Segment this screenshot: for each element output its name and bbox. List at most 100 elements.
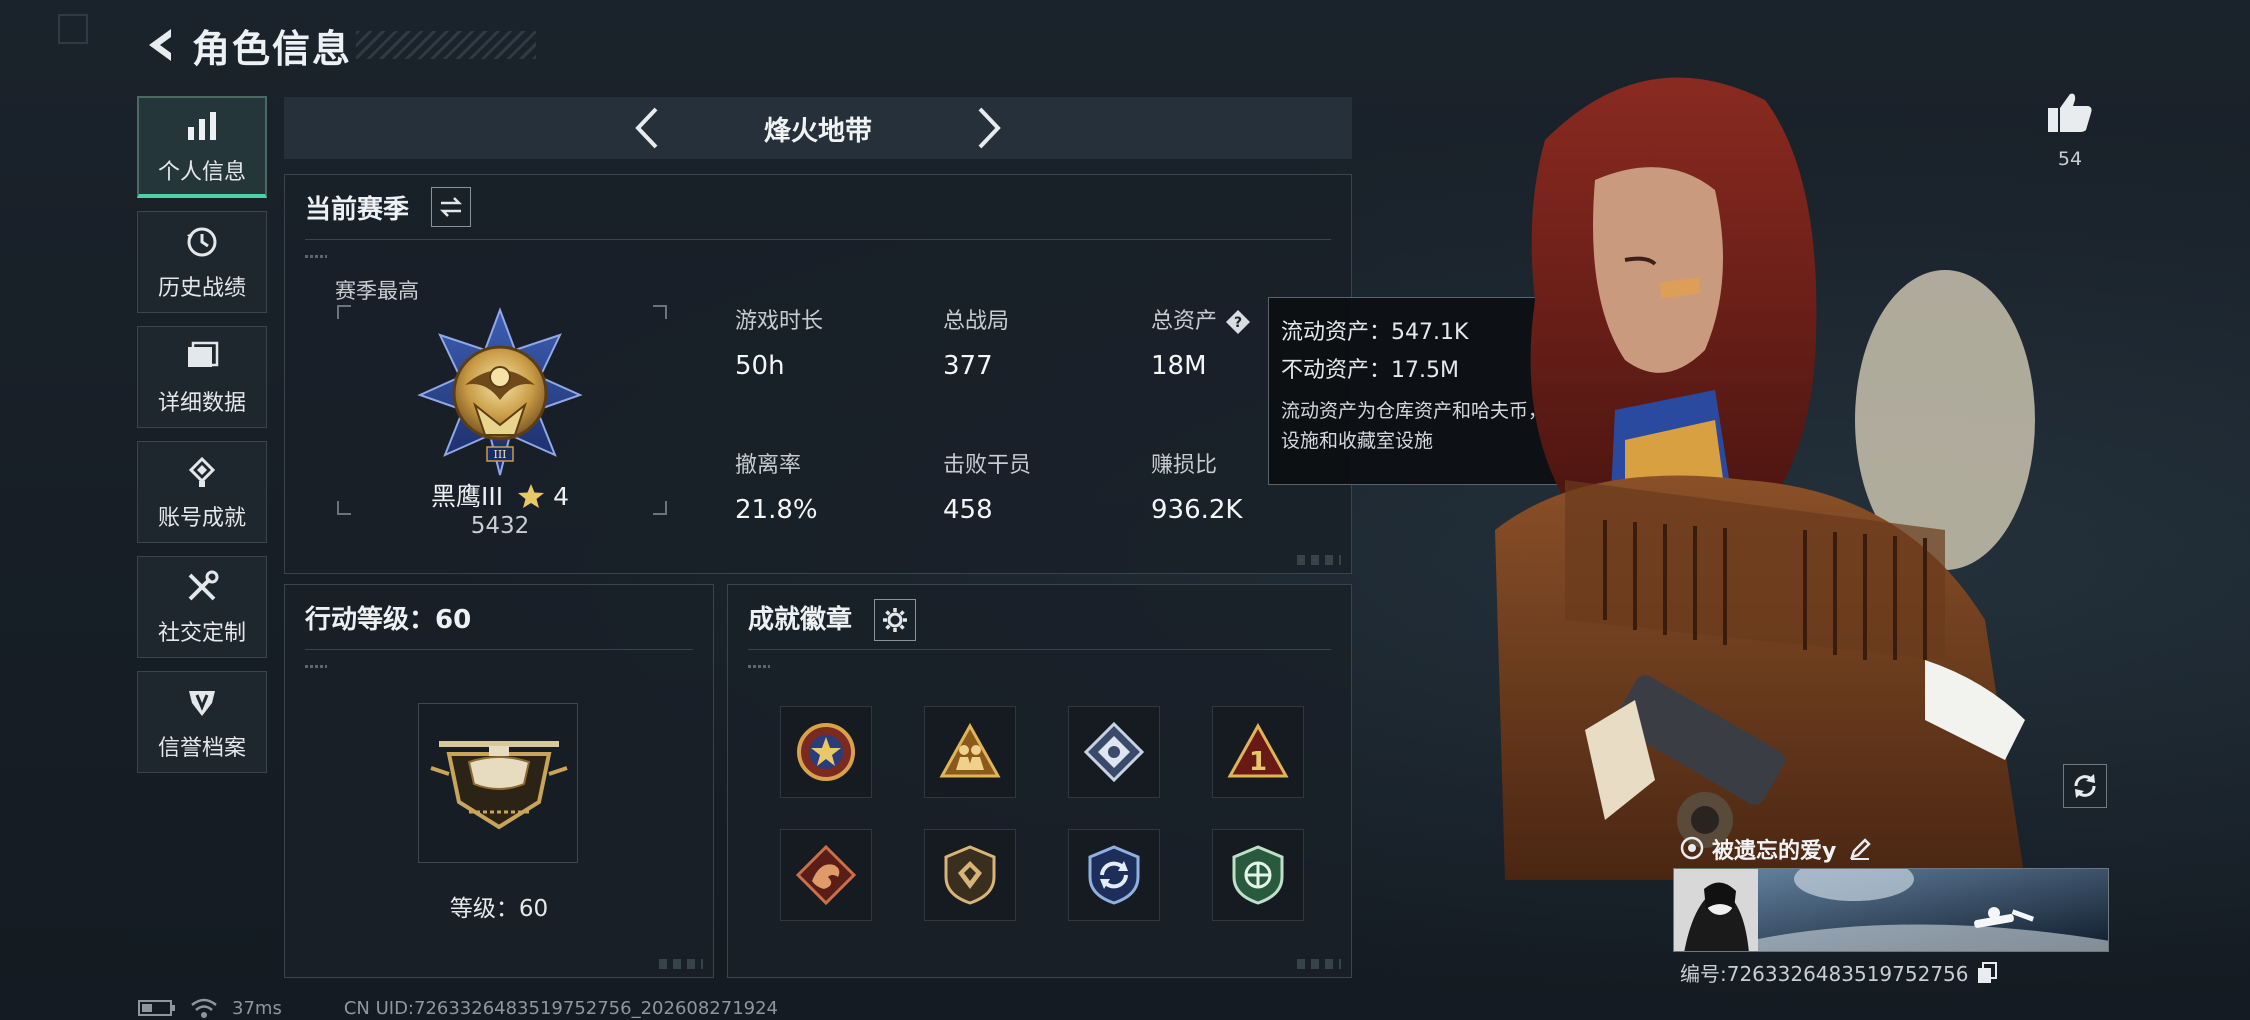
achievement-badges-panel: 成就徽章 1: [727, 584, 1352, 978]
help-icon[interactable]: ?: [1225, 309, 1251, 335]
divider-dash: [305, 665, 327, 668]
player-badge-icon: [1680, 836, 1704, 860]
achievement-icon: [182, 452, 222, 492]
rank-name: 黑鹰III 4: [431, 482, 569, 511]
chevron-right-icon: [978, 107, 1001, 149]
sidebar-item-social-custom[interactable]: 社交定制: [137, 556, 267, 658]
like-count: 54: [2057, 148, 2083, 170]
bar-chart-icon: [182, 106, 222, 146]
player-id-row: 编号:7263326483519752756: [1680, 958, 1997, 987]
badge-slot-7[interactable]: [1068, 829, 1160, 921]
rank-medal-icon: III: [417, 307, 583, 476]
folder-icon: [182, 337, 222, 377]
stat-profit-loss-ratio: 赚损比 936.2K: [1151, 453, 1243, 525]
stat-total-assets: 总资产 ? 18M: [1151, 303, 1251, 381]
prev-map-button[interactable]: [624, 105, 670, 151]
svg-text:III: III: [493, 448, 506, 461]
edit-name-button[interactable]: [1848, 837, 1872, 861]
divider: [748, 649, 1331, 650]
sidebar-item-label: 历史战绩: [157, 276, 246, 301]
diamond-badge-icon: [1083, 721, 1145, 783]
svg-text:1: 1: [1249, 747, 1267, 777]
sidebar-item-detailed-data[interactable]: 详细数据: [137, 326, 267, 428]
divider-dash: [748, 665, 770, 668]
pencil-icon: [1850, 838, 1872, 860]
divider: [305, 239, 1331, 240]
player-name: 被遗忘的爱y: [1712, 839, 1837, 864]
map-selector: 烽火地带: [284, 97, 1352, 159]
dragon-badge-icon: [795, 844, 857, 906]
panel-corner-decoration: [1297, 959, 1341, 969]
ping-text: 37ms: [232, 997, 282, 1019]
status-bar: 37ms CN UID:7263326483519752756_20260827…: [138, 996, 778, 1020]
badge-slot-3[interactable]: [1068, 706, 1160, 798]
cycle-badge-icon: [1088, 845, 1140, 905]
green-shield-badge-icon: [1232, 845, 1284, 905]
sidebar-item-label: 详细数据: [157, 391, 246, 416]
soldiers-badge-icon: [939, 722, 1001, 778]
number-one-badge-icon: 1: [1227, 722, 1289, 778]
history-icon: [182, 222, 222, 262]
badge-slot-4[interactable]: 1: [1212, 706, 1304, 798]
swap-icon: [439, 197, 463, 217]
helicopter-emblem-icon: [430, 741, 568, 830]
sidebar-item-label: 账号成就: [157, 506, 246, 531]
panel-corner-decoration: [659, 959, 703, 969]
reputation-icon: [182, 682, 222, 722]
panel-corner-decoration: [1297, 555, 1341, 565]
corner-decoration: [58, 14, 88, 44]
tools-icon: [182, 567, 222, 607]
badge-slot-6[interactable]: [924, 829, 1016, 921]
refresh-icon: [2074, 774, 2096, 798]
stat-extract-rate: 撤离率 21.8%: [735, 453, 818, 525]
season-title: 当前赛季: [305, 195, 410, 225]
map-name: 烽火地带: [764, 115, 872, 147]
sidebar-item-label: 信誉档案: [157, 736, 246, 761]
badges-title: 成就徽章: [748, 605, 853, 635]
level-emblem-frame: [418, 703, 578, 863]
season-panel: 当前赛季 赛季最高 III 黑鹰III 4 5432 游戏时长 50h 总战局 37…: [284, 174, 1352, 574]
uid-text: CN UID:7263326483519752756_202608271924: [343, 997, 779, 1019]
thumbs-up-icon: [2048, 93, 2092, 132]
copy-icon: [1977, 961, 1997, 983]
sidebar-item-match-history[interactable]: 历史战绩: [137, 211, 267, 313]
next-map-button[interactable]: [966, 105, 1012, 151]
star-icon: [518, 484, 545, 508]
copy-id-button[interactable]: [1977, 961, 1997, 984]
player-id: 编号:7263326483519752756: [1680, 962, 1969, 986]
badge-slot-2[interactable]: [924, 706, 1016, 798]
rank-score: 5432: [470, 513, 530, 539]
sidebar-item-personal-info[interactable]: 个人信息: [137, 96, 267, 198]
divider-dash: [305, 255, 327, 258]
action-level-panel: 行动等级：60 等级：60: [284, 584, 714, 978]
title-decoration: [356, 31, 537, 59]
sidebar-item-achievements[interactable]: 账号成就: [137, 441, 267, 543]
player-name-row: 被遗忘的爱y: [1680, 832, 1872, 866]
badge-slot-5[interactable]: [780, 829, 872, 921]
battery-icon: [138, 1000, 175, 1016]
stat-total-matches: 总战局 377: [943, 309, 1010, 381]
sidebar: 个人信息 历史战绩 详细数据 账号成就 社交定制 信誉档案: [137, 96, 267, 786]
back-arrow-icon: [149, 29, 171, 61]
svg-text:?: ?: [1234, 315, 1242, 331]
stat-operators-defeated: 击败干员 458: [943, 453, 1032, 525]
like-button[interactable]: 54: [2044, 90, 2096, 170]
stat-play-time: 游戏时长 50h: [735, 309, 824, 381]
season-best-label: 赛季最高: [335, 279, 419, 303]
sidebar-item-label: 个人信息: [157, 160, 246, 185]
player-banner[interactable]: [1673, 868, 2109, 952]
back-button[interactable]: [138, 20, 182, 70]
refresh-appearance-button[interactable]: [2063, 764, 2107, 808]
switch-season-button[interactable]: [431, 187, 471, 227]
badge-slot-1[interactable]: [780, 706, 872, 798]
badge-slot-8[interactable]: [1212, 829, 1304, 921]
action-level-title: 行动等级：60: [305, 605, 472, 635]
sidebar-item-label: 社交定制: [157, 621, 246, 646]
wifi-icon: [191, 998, 217, 1018]
page-title: 角色信息: [192, 26, 353, 71]
sidebar-item-reputation[interactable]: 信誉档案: [137, 671, 267, 773]
star-badge-icon: [797, 723, 855, 781]
shield-badge-icon: [944, 845, 996, 905]
badge-settings-button[interactable]: [874, 599, 916, 641]
header: 角色信息: [138, 20, 537, 71]
